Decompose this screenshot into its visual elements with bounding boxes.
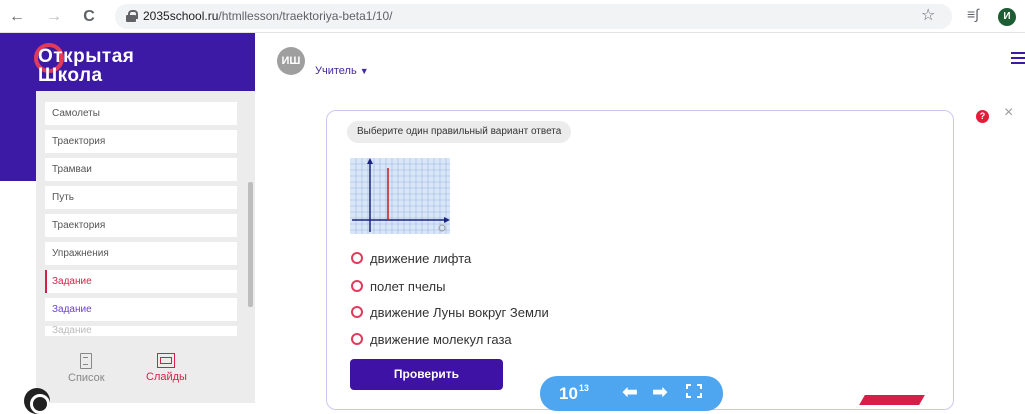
logo[interactable]: Открытая Школа [38,47,134,85]
menu-icon[interactable] [1011,52,1025,64]
reading-list-icon[interactable]: ≡∫ [967,6,979,22]
fullscreen-icon[interactable] [686,384,702,398]
answer-option[interactable]: полет пчелы [351,279,445,294]
profile-avatar[interactable]: И [998,8,1016,26]
tab-slides-label: Слайды [146,371,187,383]
lock-icon [126,10,138,22]
list-icon [80,353,93,369]
radio-button[interactable] [351,306,363,318]
reload-icon[interactable]: C [78,6,100,28]
next-arrow-icon[interactable]: ➡ [652,381,668,404]
logo-line-1: Открытая [38,46,135,67]
check-answer-button[interactable]: Проверить [350,359,503,390]
forward-icon[interactable]: → [43,6,65,28]
star-icon[interactable]: ☆ [921,5,935,25]
back-icon[interactable]: ← [6,6,28,28]
sidebar-item[interactable]: Трамваи [45,158,237,181]
sidebar-item[interactable]: Упражнения [45,242,237,265]
answer-option-label: движение лифта [370,251,472,266]
help-icon[interactable]: ? [976,110,989,123]
close-icon[interactable]: × [1004,104,1013,122]
chat-support-icon[interactable] [24,388,50,414]
tab-list-label: Список [68,372,105,384]
decorative-stripe [859,395,925,405]
answer-option-label: движение Луны вокруг Земли [370,305,549,320]
sidebar-item[interactable]: Траектория [45,130,237,153]
chevron-down-icon: ▼ [359,66,369,76]
slides-icon [157,353,176,368]
prev-arrow-icon[interactable]: ⬅ [622,381,638,404]
slide-counter: 1013 [559,383,589,404]
url-path: /htmllesson/traektoriya-beta1/10/ [218,9,393,23]
url-text: 2035school.ru/htmllesson/traektoriya-bet… [143,9,392,23]
sidebar-item[interactable]: Задание [45,326,237,336]
address-bar[interactable]: 2035school.ru/htmllesson/traektoriya-bet… [115,4,952,29]
answer-option[interactable]: движение молекул газа [351,332,512,347]
answer-option[interactable]: движение Луны вокруг Земли [351,305,549,320]
tab-slides[interactable]: Слайды [146,353,187,383]
role-label: Учитель [315,65,357,77]
current-slide: 10 [559,384,578,403]
trajectory-graph [350,158,450,234]
answer-option-label: полет пчелы [370,279,446,294]
role-dropdown[interactable]: Учитель ▼ [315,65,369,77]
radio-button[interactable] [351,333,363,345]
sidebar-item[interactable]: Самолеты [45,102,237,125]
browser-toolbar: ← → C 2035school.ru/htmllesson/traektori… [0,0,1025,33]
sidebar-item[interactable]: Траектория [45,214,237,237]
slide-pager: 1013 ⬅ ➡ [540,376,723,411]
task-instruction: Выберите один правильный вариант ответа [347,121,572,143]
tab-list[interactable]: Список [68,353,105,384]
radio-button[interactable] [351,252,363,264]
user-avatar[interactable]: ИШ [277,47,305,75]
url-host: 2035school.ru [143,9,219,23]
logo-line-2: Школа [38,65,103,86]
answer-option-label: движение молекул газа [370,332,512,347]
sidebar-item[interactable]: Путь [45,186,237,209]
radio-button[interactable] [351,280,363,292]
total-slides: 13 [578,383,589,393]
sidebar-item-active[interactable]: Задание [45,270,237,293]
sidebar-item[interactable]: Задание [45,298,237,321]
answer-option[interactable]: движение лифта [351,251,471,266]
sidebar-scrollbar[interactable] [248,182,253,307]
